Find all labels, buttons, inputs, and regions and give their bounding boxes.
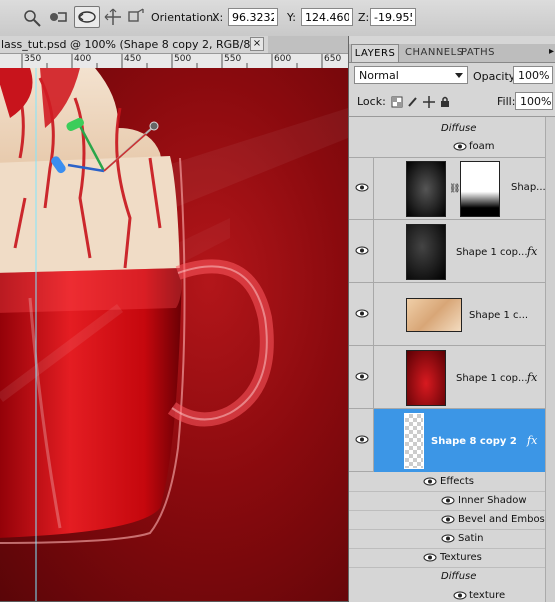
eye-icon[interactable] [423,477,437,486]
layer-name: Effects [440,476,474,487]
layer-name: Diffuse [441,123,477,134]
eye-icon[interactable] [453,591,467,600]
effects-icon[interactable]: fx [527,245,537,258]
layer-thumbnail [406,224,446,280]
fill-value: 100% [520,95,552,108]
opacity-value: 100% [518,69,550,82]
layer-name: texture [469,590,506,601]
layer-name: Inner Shadow [458,495,527,506]
effects-row[interactable]: Effects [349,472,555,492]
tab-layers[interactable]: LAYERS [351,44,399,62]
tab-channels[interactable]: CHANNELS [405,44,464,61]
layer-thumbnail [404,413,424,469]
texture-foam[interactable]: foam [349,137,555,158]
blend-mode-value: Normal [359,69,399,82]
orientation-label: Orientation: [151,11,217,24]
document-title: glass_tut.psd @ 100% (Shape 8 copy 2, RG… [0,38,264,51]
rotate-3d-icon[interactable] [20,6,44,28]
layer-name: Shape 1 c... [469,310,529,321]
eye-icon[interactable] [423,553,437,562]
layer-name: Textures [440,552,482,563]
layer-name: Diffuse [441,571,477,582]
options-bar: Orientation: X: Y: Z: [0,0,555,37]
slide-3d-icon[interactable] [101,6,125,28]
y-label: Y: [287,11,296,24]
layers-scrollbar[interactable] [545,117,555,602]
effects-icon[interactable]: fx [527,434,537,447]
panel-menu-icon[interactable]: ▸ [549,46,554,57]
blend-mode-select[interactable]: Normal [354,66,468,84]
ruler-label: 350 [24,54,42,64]
layer-mask-thumbnail [460,161,500,217]
layer-thumbnail [406,161,446,217]
layer-name: foam [469,141,495,152]
ruler-label: 400 [74,54,92,64]
document-canvas[interactable] [0,68,348,601]
eye-icon[interactable] [355,246,369,255]
y-input[interactable] [301,8,353,26]
layer-row[interactable]: ⛓ Shap... [349,158,555,220]
eye-icon[interactable] [441,515,455,524]
opacity-input[interactable]: 100% [513,66,553,84]
eye-icon[interactable] [441,496,455,505]
layer-thumbnail [406,298,462,332]
ruler-label: 500 [174,54,192,64]
layers-list[interactable]: Diffuse foam ⛓ Shap... Shape 1 cop... fx [349,116,555,602]
effects-icon[interactable]: fx [527,371,537,384]
opacity-label: Opacity: [473,70,519,83]
layer-name: Bevel and Emboss [458,514,550,525]
eye-icon[interactable] [355,372,369,381]
lock-position-move-icon[interactable] [423,96,435,108]
fill-input[interactable]: 100% [515,92,553,110]
layer-row[interactable]: Shape 1 c... [349,283,555,346]
eye-icon[interactable] [355,435,369,444]
ruler-label: 600 [274,54,292,64]
layers-panel: LAYERS CHANNELS PATHS ▸ Normal Opacity: … [348,36,555,602]
textures-row[interactable]: Textures [349,548,555,568]
layer-name: Shape 1 cop... [456,247,528,258]
diffuse-group[interactable]: Diffuse [349,567,555,586]
ruler-label: 550 [224,54,242,64]
tab-bar-empty [268,36,348,54]
ruler-label: 450 [124,54,142,64]
layer-name: Satin [458,533,484,544]
panel-tab-bar: LAYERS CHANNELS PATHS ▸ [349,44,555,63]
x-label: X: [212,11,224,24]
eye-icon[interactable] [453,142,467,151]
mug-artwork [0,68,348,601]
layer-name: Shape 1 cop... [456,373,528,384]
ruler-label: 650 [324,54,342,64]
document-tab[interactable]: glass_tut.psd @ 100% (Shape 8 copy 2, RG… [0,36,269,54]
layer-row[interactable]: Shape 1 cop... fx [349,346,555,409]
layer-row[interactable]: Shape 1 cop... fx [349,220,555,283]
layer-name: Shap... [511,182,546,193]
lock-label: Lock: [357,95,386,108]
z-input[interactable] [370,8,416,26]
layer-row-selected[interactable]: Shape 8 copy 2 fx [349,409,555,472]
texture-row[interactable]: texture [349,586,555,602]
tab-paths[interactable]: PATHS [461,44,495,61]
x-input[interactable] [228,8,278,26]
eye-icon[interactable] [355,309,369,318]
link-icon[interactable]: ⛓ [449,184,460,194]
lock-all-icon[interactable] [439,96,451,108]
z-label: Z: [358,11,370,24]
mug-handle [167,259,274,427]
fill-label: Fill: [497,95,516,108]
layer-name: Shape 8 copy 2 [431,436,517,447]
effect-bevel-emboss[interactable]: Bevel and Emboss [349,510,555,530]
eye-icon[interactable] [441,534,455,543]
lock-transparent-icon[interactable] [391,96,403,108]
scale-3d-icon[interactable] [124,6,148,28]
layer-thumbnail [406,350,446,406]
drag-3d-button[interactable] [74,6,100,28]
roll-3d-icon[interactable] [46,6,70,28]
close-icon[interactable]: × [250,37,264,51]
effect-satin[interactable]: Satin [349,529,555,549]
effect-inner-shadow[interactable]: Inner Shadow [349,491,555,511]
eye-icon[interactable] [355,183,369,192]
lock-image-brush-icon[interactable] [407,96,419,108]
horizontal-ruler: 350 400 450 500 550 600 650 [0,54,348,69]
